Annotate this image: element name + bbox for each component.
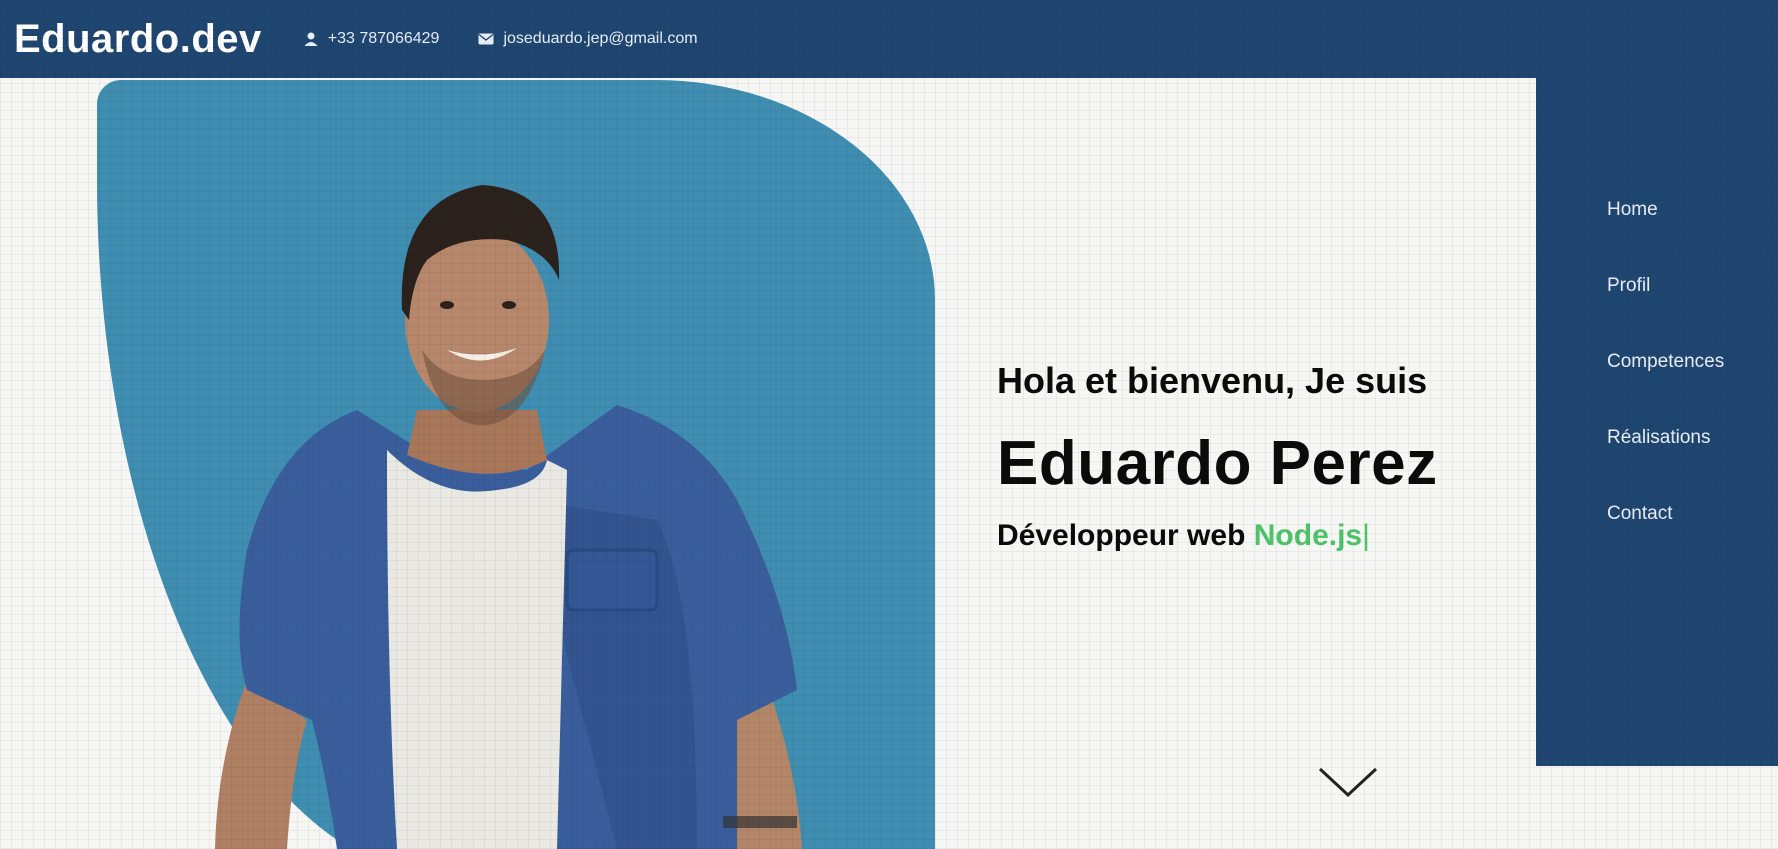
brand-logo[interactable]: Eduardo.dev [14,17,262,62]
nav-item-competences[interactable]: Competences [1607,352,1724,428]
role-prefix: Développeur web [997,519,1246,552]
hero-role: Développeur web Node.js| [997,519,1517,553]
nav-item-realisations[interactable]: Réalisations [1607,428,1724,504]
hero-greeting: Hola et bienvenu, Je suis [997,360,1428,401]
typing-cursor: | [1362,519,1370,552]
nav-list: Home Profil Competences Réalisations Con… [1607,200,1724,580]
portrait-photo [215,185,802,849]
contact-email[interactable]: joseduardo.jep@gmail.com [477,30,698,48]
contact-phone[interactable]: +33 787066429 [302,30,440,48]
nav-item-home[interactable]: Home [1607,200,1724,276]
hero-intro: Hola et bienvenu, Je suis Eduardo Perez … [997,360,1517,553]
user-icon [302,30,320,48]
side-navigation: Home Profil Competences Réalisations Con… [1536,78,1778,766]
hero-photo [97,80,935,849]
role-tech: Node.js [1253,519,1363,552]
hero-name: Eduardo Perez [997,429,1438,498]
phone-number: +33 787066429 [327,30,440,47]
chevron-down-icon[interactable] [1316,763,1380,803]
email-address: joseduardo.jep@gmail.com [503,30,698,47]
top-bar: Eduardo.dev +33 787066429 joseduardo.jep… [0,0,1778,78]
nav-item-contact[interactable]: Contact [1607,504,1724,580]
mail-icon [477,30,495,48]
nav-item-profil[interactable]: Profil [1607,276,1724,352]
